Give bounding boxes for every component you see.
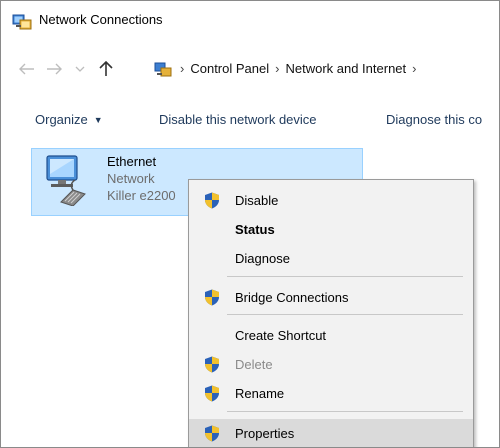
menu-item-label: Disable [235, 193, 279, 208]
connection-details: Ethernet Network Killer e2200 [107, 153, 176, 204]
menu-separator [227, 314, 463, 315]
menu-item-label: Rename [235, 386, 285, 401]
dropdown-caret-icon: ▼ [93, 115, 103, 125]
up-arrow-icon[interactable] [95, 57, 117, 81]
menu-item-label: Delete [235, 357, 273, 372]
uac-shield-icon [204, 192, 220, 209]
back-arrow-icon[interactable] [16, 57, 38, 81]
menu-item-rename[interactable]: Rename [189, 380, 473, 406]
command-bar: Organize ▼ Disable this network device Di… [1, 102, 499, 136]
network-connections-icon [12, 12, 32, 32]
connection-status: Network [107, 171, 155, 186]
menu-item-status[interactable]: Status [189, 216, 473, 242]
uac-shield-icon [204, 289, 220, 306]
breadcrumb: › Control Panel › Network and Internet › [180, 61, 417, 76]
menu-item-label: Properties [235, 426, 295, 441]
menu-item-disable[interactable]: Disable [189, 187, 473, 213]
menu-item-label: Diagnose [235, 251, 290, 266]
control-panel-icon [154, 61, 172, 79]
menu-item-label: Create Shortcut [235, 328, 327, 343]
uac-shield-icon [204, 385, 220, 402]
organize-label: Organize [35, 112, 88, 127]
menu-item-label: Status [235, 222, 275, 237]
menu-item-bridge-connections[interactable]: Bridge Connections [189, 284, 473, 310]
menu-item-create-shortcut[interactable]: Create Shortcut [189, 322, 473, 348]
network-connections-window: Network Connections › Control Panel › Ne… [0, 0, 500, 448]
menu-item-label: Bridge Connections [235, 290, 349, 305]
disable-device-button[interactable]: Disable this network device [159, 112, 317, 127]
ethernet-adapter-icon [39, 154, 91, 207]
menu-separator [227, 276, 463, 277]
breadcrumb-separator: › [275, 61, 280, 76]
menu-separator [227, 411, 463, 412]
window-title: Network Connections [39, 12, 163, 27]
context-menu: Disable Status Diagnose Bridge Connectio… [188, 179, 474, 447]
title-bar: Network Connections [1, 1, 499, 37]
uac-shield-icon [204, 425, 220, 442]
menu-item-diagnose[interactable]: Diagnose [189, 245, 473, 271]
connection-name: Ethernet [107, 154, 157, 169]
chevron-down-icon[interactable] [73, 57, 87, 81]
breadcrumb-separator: › [412, 61, 417, 76]
forward-arrow-icon[interactable] [43, 57, 65, 81]
menu-item-delete: Delete [189, 351, 473, 377]
breadcrumb-control-panel[interactable]: Control Panel [190, 61, 269, 76]
organize-button[interactable]: Organize ▼ [35, 112, 103, 127]
breadcrumb-network-and-internet[interactable]: Network and Internet [285, 61, 406, 76]
breadcrumb-separator: › [180, 61, 185, 76]
uac-shield-icon [204, 356, 220, 373]
connection-adapter: Killer e2200 [107, 188, 176, 203]
menu-item-properties[interactable]: Properties [189, 419, 473, 447]
diagnose-button[interactable]: Diagnose this co [386, 112, 482, 127]
address-bar: › Control Panel › Network and Internet › [1, 57, 499, 83]
